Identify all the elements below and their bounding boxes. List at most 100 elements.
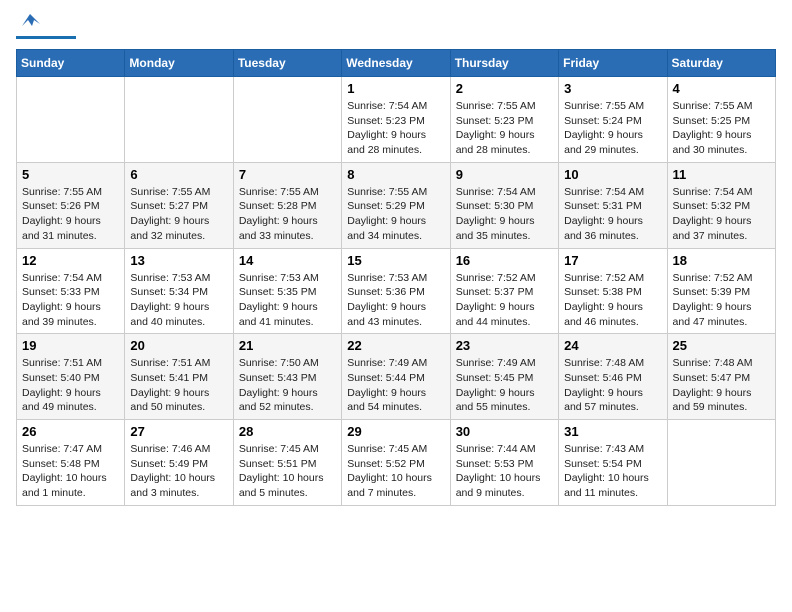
weekday-header-tuesday: Tuesday	[233, 50, 341, 77]
day-number: 2	[456, 81, 553, 96]
day-number: 15	[347, 253, 444, 268]
day-info: Sunrise: 7:52 AM Sunset: 5:38 PM Dayligh…	[564, 271, 661, 330]
week-row-5: 26 Sunrise: 7:47 AM Sunset: 5:48 PM Dayli…	[17, 420, 776, 506]
day-info: Sunrise: 7:46 AM Sunset: 5:49 PM Dayligh…	[130, 442, 227, 501]
day-info: Sunrise: 7:50 AM Sunset: 5:43 PM Dayligh…	[239, 356, 336, 415]
day-number: 17	[564, 253, 661, 268]
day-number: 3	[564, 81, 661, 96]
day-number: 23	[456, 338, 553, 353]
day-info: Sunrise: 7:47 AM Sunset: 5:48 PM Dayligh…	[22, 442, 119, 501]
day-cell-14: 14 Sunrise: 7:53 AM Sunset: 5:35 PM Dayli…	[233, 248, 341, 334]
day-cell-1: 1Sunrise: 7:54 AM Sunset: 5:23 PM Daylig…	[342, 77, 450, 163]
day-cell-22: 22Sunrise: 7:49 AM Sunset: 5:44 PM Dayli…	[342, 334, 450, 420]
day-info: Sunrise: 7:48 AM Sunset: 5:46 PM Dayligh…	[564, 356, 661, 415]
day-number: 10	[564, 167, 661, 182]
day-number: 25	[673, 338, 770, 353]
day-cell-30: 30 Sunrise: 7:44 AM Sunset: 5:53 PM Dayli…	[450, 420, 558, 506]
day-number: 30	[456, 424, 553, 439]
day-number: 16	[456, 253, 553, 268]
day-info: Sunrise: 7:43 AM Sunset: 5:54 PM Dayligh…	[564, 442, 661, 501]
empty-cell	[125, 77, 233, 163]
day-cell-28: 28Sunrise: 7:45 AM Sunset: 5:51 PM Dayli…	[233, 420, 341, 506]
day-cell-2: 2 Sunrise: 7:55 AM Sunset: 5:23 PM Daylig…	[450, 77, 558, 163]
day-cell-6: 6 Sunrise: 7:55 AM Sunset: 5:27 PM Daylig…	[125, 162, 233, 248]
day-info: Sunrise: 7:55 AM Sunset: 5:26 PM Dayligh…	[22, 185, 119, 244]
day-number: 4	[673, 81, 770, 96]
day-info: Sunrise: 7:55 AM Sunset: 5:24 PM Dayligh…	[564, 99, 661, 158]
day-cell-5: 5 Sunrise: 7:55 AM Sunset: 5:26 PM Daylig…	[17, 162, 125, 248]
day-number: 22	[347, 338, 444, 353]
logo	[16, 16, 76, 39]
day-number: 24	[564, 338, 661, 353]
day-info: Sunrise: 7:55 AM Sunset: 5:29 PM Dayligh…	[347, 185, 444, 244]
day-cell-17: 17 Sunrise: 7:52 AM Sunset: 5:38 PM Dayli…	[559, 248, 667, 334]
day-cell-31: 31 Sunrise: 7:43 AM Sunset: 5:54 PM Dayli…	[559, 420, 667, 506]
weekday-header-row: SundayMondayTuesdayWednesdayThursdayFrid…	[17, 50, 776, 77]
weekday-header-friday: Friday	[559, 50, 667, 77]
logo-underline	[16, 36, 76, 39]
day-info: Sunrise: 7:51 AM Sunset: 5:41 PM Dayligh…	[130, 356, 227, 415]
empty-cell	[667, 420, 775, 506]
day-info: Sunrise: 7:45 AM Sunset: 5:51 PM Dayligh…	[239, 442, 336, 501]
day-cell-26: 26 Sunrise: 7:47 AM Sunset: 5:48 PM Dayli…	[17, 420, 125, 506]
day-number: 7	[239, 167, 336, 182]
day-cell-7: 7 Sunrise: 7:55 AM Sunset: 5:28 PM Daylig…	[233, 162, 341, 248]
empty-cell	[17, 77, 125, 163]
day-number: 26	[22, 424, 119, 439]
weekday-header-wednesday: Wednesday	[342, 50, 450, 77]
day-cell-8: 8 Sunrise: 7:55 AM Sunset: 5:29 PM Daylig…	[342, 162, 450, 248]
day-cell-21: 21 Sunrise: 7:50 AM Sunset: 5:43 PM Dayli…	[233, 334, 341, 420]
weekday-header-monday: Monday	[125, 50, 233, 77]
day-number: 5	[22, 167, 119, 182]
day-cell-3: 3 Sunrise: 7:55 AM Sunset: 5:24 PM Daylig…	[559, 77, 667, 163]
weekday-header-saturday: Saturday	[667, 50, 775, 77]
day-number: 27	[130, 424, 227, 439]
week-row-2: 5 Sunrise: 7:55 AM Sunset: 5:26 PM Daylig…	[17, 162, 776, 248]
weekday-header-sunday: Sunday	[17, 50, 125, 77]
week-row-4: 19Sunrise: 7:51 AM Sunset: 5:40 PM Dayli…	[17, 334, 776, 420]
day-number: 20	[130, 338, 227, 353]
day-cell-27: 27 Sunrise: 7:46 AM Sunset: 5:49 PM Dayli…	[125, 420, 233, 506]
logo-bird-icon	[18, 12, 42, 34]
day-info: Sunrise: 7:53 AM Sunset: 5:36 PM Dayligh…	[347, 271, 444, 330]
day-cell-29: 29Sunrise: 7:45 AM Sunset: 5:52 PM Dayli…	[342, 420, 450, 506]
day-number: 13	[130, 253, 227, 268]
day-info: Sunrise: 7:52 AM Sunset: 5:37 PM Dayligh…	[456, 271, 553, 330]
day-info: Sunrise: 7:51 AM Sunset: 5:40 PM Dayligh…	[22, 356, 119, 415]
day-info: Sunrise: 7:55 AM Sunset: 5:28 PM Dayligh…	[239, 185, 336, 244]
day-cell-19: 19Sunrise: 7:51 AM Sunset: 5:40 PM Dayli…	[17, 334, 125, 420]
day-cell-12: 12Sunrise: 7:54 AM Sunset: 5:33 PM Dayli…	[17, 248, 125, 334]
day-cell-9: 9Sunrise: 7:54 AM Sunset: 5:30 PM Daylig…	[450, 162, 558, 248]
day-info: Sunrise: 7:48 AM Sunset: 5:47 PM Dayligh…	[673, 356, 770, 415]
week-row-3: 12Sunrise: 7:54 AM Sunset: 5:33 PM Dayli…	[17, 248, 776, 334]
day-number: 6	[130, 167, 227, 182]
day-number: 14	[239, 253, 336, 268]
day-number: 12	[22, 253, 119, 268]
day-cell-10: 10 Sunrise: 7:54 AM Sunset: 5:31 PM Dayli…	[559, 162, 667, 248]
day-cell-11: 11Sunrise: 7:54 AM Sunset: 5:32 PM Dayli…	[667, 162, 775, 248]
day-info: Sunrise: 7:53 AM Sunset: 5:35 PM Dayligh…	[239, 271, 336, 330]
day-cell-23: 23 Sunrise: 7:49 AM Sunset: 5:45 PM Dayli…	[450, 334, 558, 420]
day-cell-16: 16 Sunrise: 7:52 AM Sunset: 5:37 PM Dayli…	[450, 248, 558, 334]
day-cell-13: 13Sunrise: 7:53 AM Sunset: 5:34 PM Dayli…	[125, 248, 233, 334]
day-info: Sunrise: 7:54 AM Sunset: 5:30 PM Dayligh…	[456, 185, 553, 244]
day-info: Sunrise: 7:49 AM Sunset: 5:45 PM Dayligh…	[456, 356, 553, 415]
day-number: 29	[347, 424, 444, 439]
day-number: 21	[239, 338, 336, 353]
day-info: Sunrise: 7:54 AM Sunset: 5:31 PM Dayligh…	[564, 185, 661, 244]
day-info: Sunrise: 7:55 AM Sunset: 5:27 PM Dayligh…	[130, 185, 227, 244]
day-number: 11	[673, 167, 770, 182]
day-number: 31	[564, 424, 661, 439]
day-info: Sunrise: 7:55 AM Sunset: 5:23 PM Dayligh…	[456, 99, 553, 158]
day-number: 8	[347, 167, 444, 182]
calendar-table: SundayMondayTuesdayWednesdayThursdayFrid…	[16, 49, 776, 506]
day-info: Sunrise: 7:55 AM Sunset: 5:25 PM Dayligh…	[673, 99, 770, 158]
day-info: Sunrise: 7:52 AM Sunset: 5:39 PM Dayligh…	[673, 271, 770, 330]
day-cell-4: 4 Sunrise: 7:55 AM Sunset: 5:25 PM Daylig…	[667, 77, 775, 163]
day-cell-25: 25 Sunrise: 7:48 AM Sunset: 5:47 PM Dayli…	[667, 334, 775, 420]
day-cell-24: 24 Sunrise: 7:48 AM Sunset: 5:46 PM Dayli…	[559, 334, 667, 420]
day-cell-18: 18Sunrise: 7:52 AM Sunset: 5:39 PM Dayli…	[667, 248, 775, 334]
day-info: Sunrise: 7:44 AM Sunset: 5:53 PM Dayligh…	[456, 442, 553, 501]
day-cell-20: 20 Sunrise: 7:51 AM Sunset: 5:41 PM Dayli…	[125, 334, 233, 420]
weekday-header-thursday: Thursday	[450, 50, 558, 77]
